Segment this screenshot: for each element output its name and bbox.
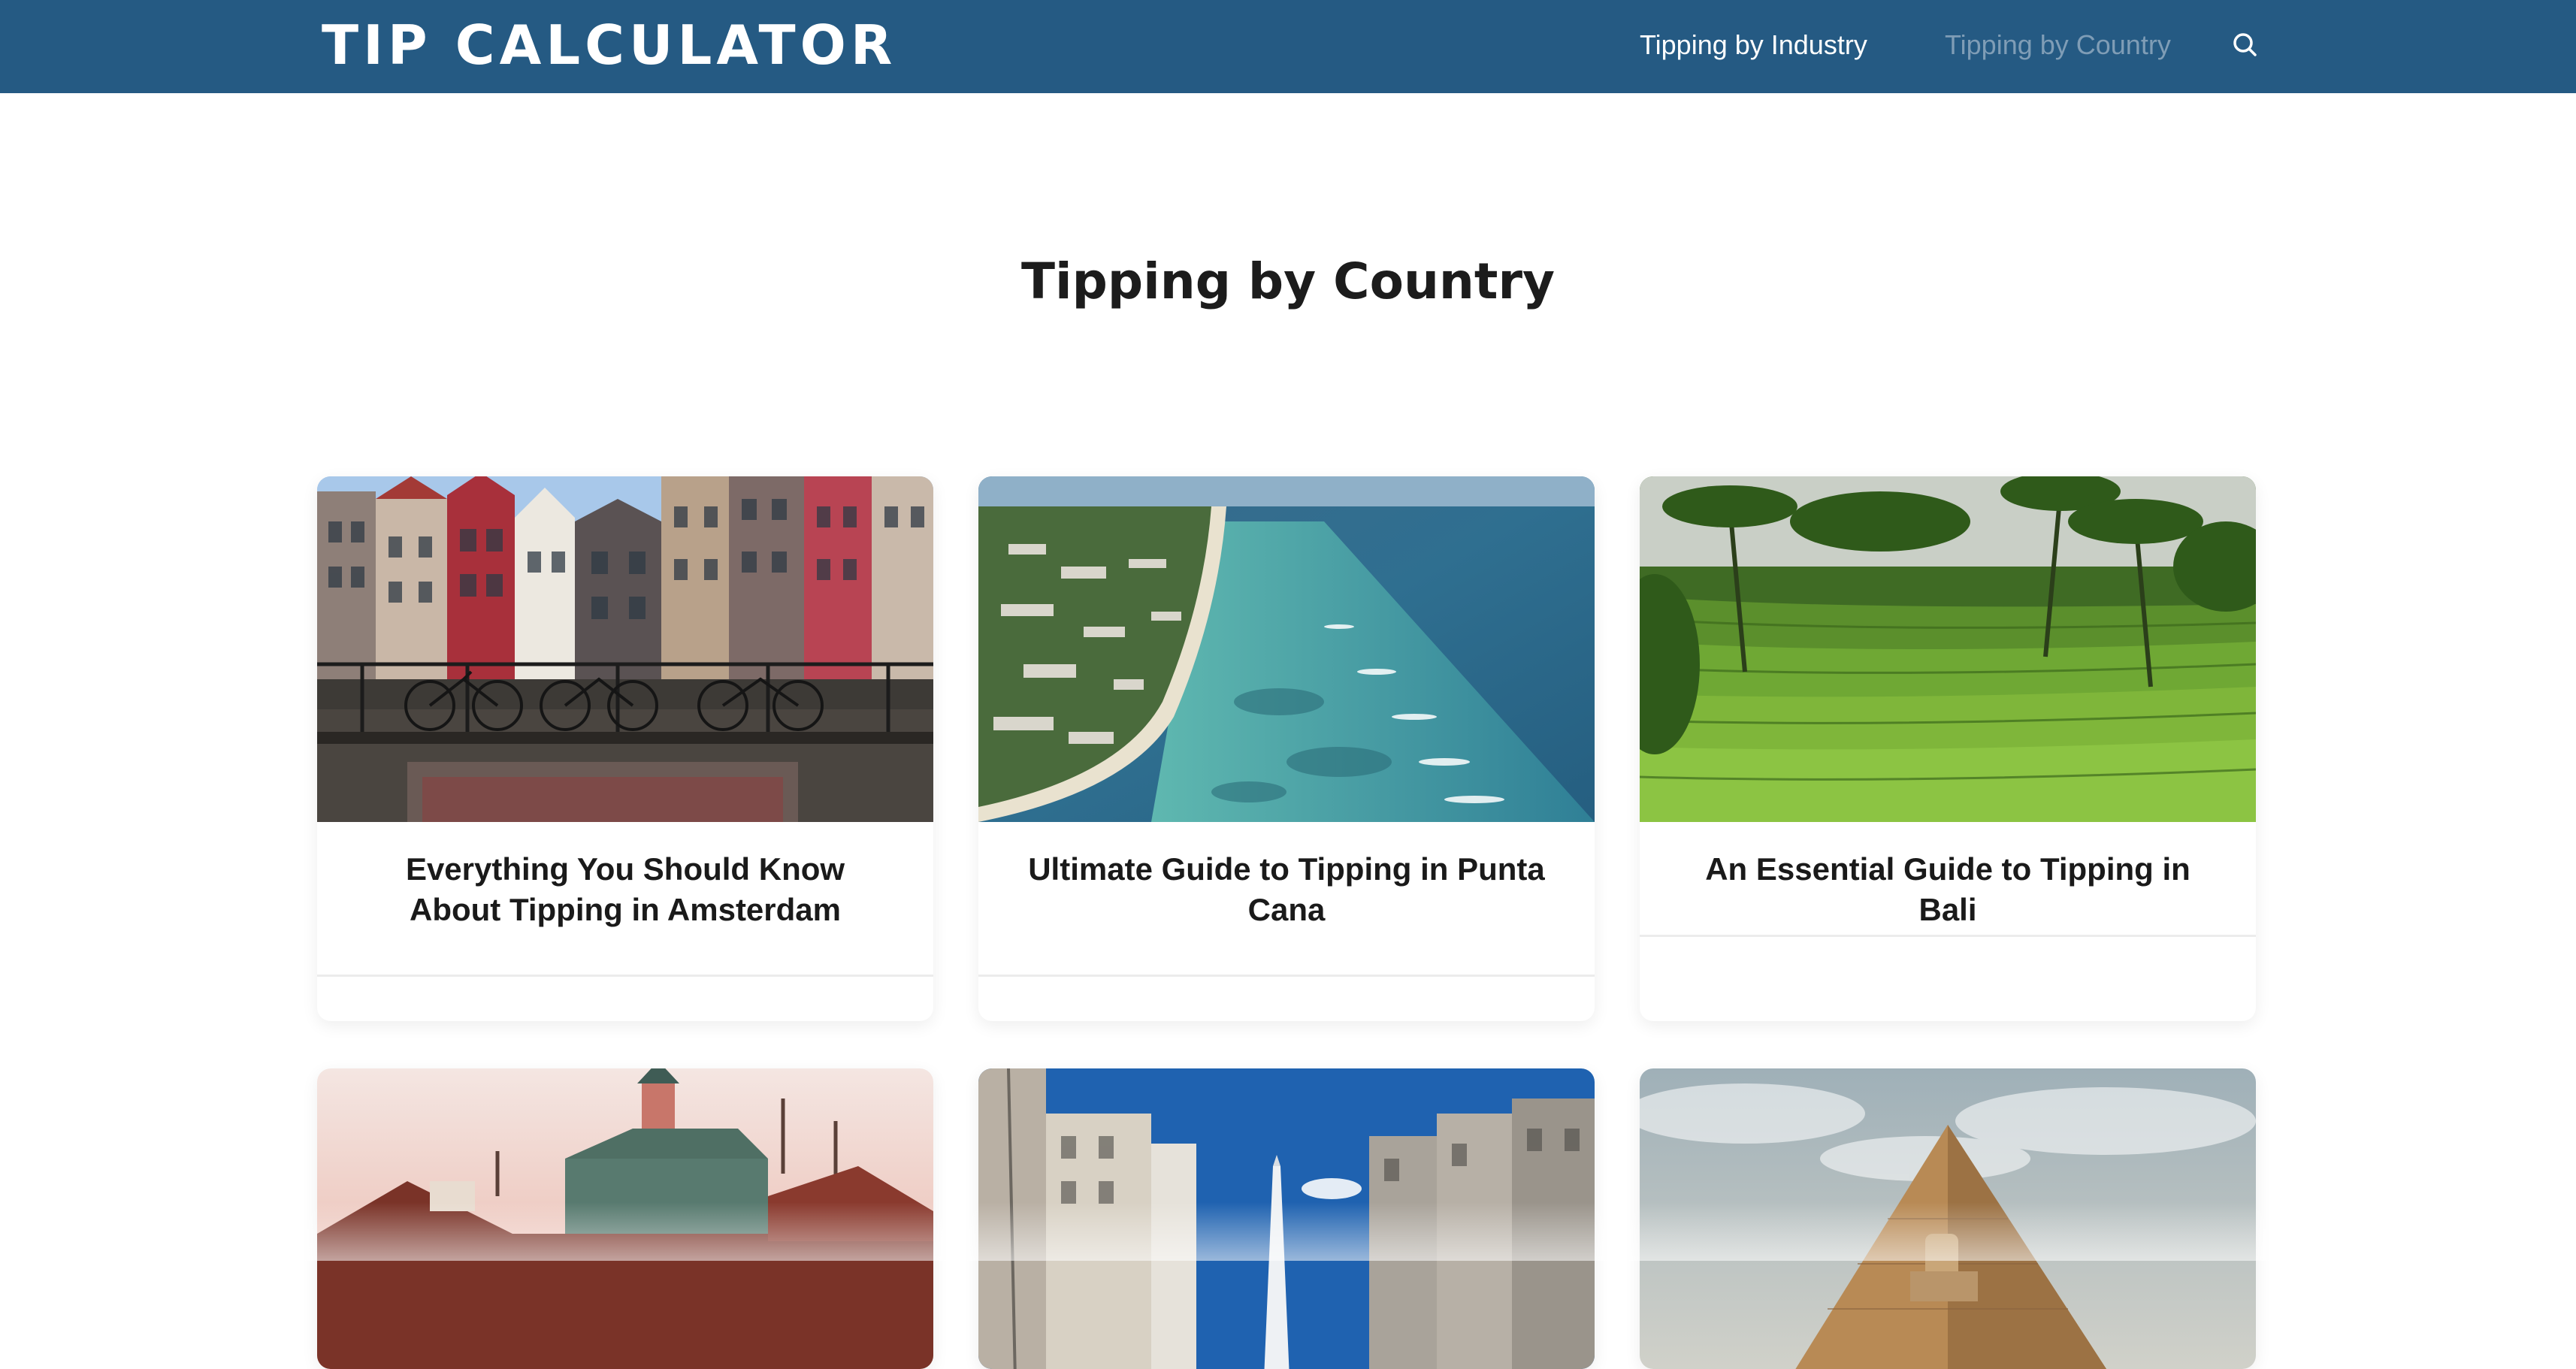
nav-tipping-by-country[interactable]: Tipping by Country xyxy=(1945,23,2171,68)
article-card-5[interactable] xyxy=(978,1068,1595,1369)
card-title-punta-cana[interactable]: Ultimate Guide to Tipping in Punta Cana xyxy=(1023,849,1550,930)
article-card-4[interactable] xyxy=(317,1068,933,1369)
article-card-amsterdam[interactable]: Everything You Should Know About Tipping… xyxy=(317,476,933,1021)
card-title-bali[interactable]: An Essential Guide to Tipping in Bali xyxy=(1685,849,2211,930)
card-divider xyxy=(978,975,1595,977)
site-logo[interactable]: TIP CALCULATOR xyxy=(322,14,896,77)
article-card-punta-cana[interactable]: Ultimate Guide to Tipping in Punta Cana xyxy=(978,476,1595,1021)
search-icon[interactable] xyxy=(2229,29,2262,62)
article-card-bali[interactable]: An Essential Guide to Tipping in Bali xyxy=(1640,476,2256,1021)
buenos-aires-obelisk-image[interactable] xyxy=(978,1068,1595,1369)
article-card-6[interactable] xyxy=(1640,1068,2256,1369)
site-header: TIP CALCULATOR Tipping by Industry Tippi… xyxy=(0,0,2576,93)
punta-cana-coast-image[interactable] xyxy=(978,476,1595,822)
giza-pyramid-image[interactable] xyxy=(1640,1068,2256,1369)
old-town-rooftops-image[interactable] xyxy=(317,1068,933,1369)
page-title: Tipping by Country xyxy=(1020,252,1556,310)
amsterdam-canal-houses-image[interactable] xyxy=(317,476,933,822)
card-divider xyxy=(317,975,933,977)
card-title-amsterdam[interactable]: Everything You Should Know About Tipping… xyxy=(362,849,888,930)
bali-rice-terraces-image[interactable] xyxy=(1640,476,2256,822)
nav-tipping-by-industry[interactable]: Tipping by Industry xyxy=(1640,23,1867,68)
card-divider xyxy=(1640,935,2256,937)
